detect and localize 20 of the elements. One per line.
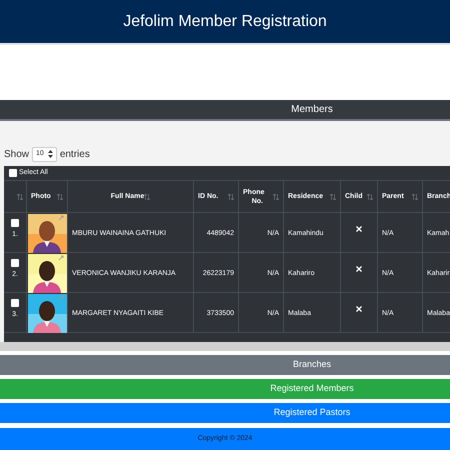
- row-checkbox[interactable]: [11, 299, 19, 307]
- scrollbar[interactable]: [0, 342, 450, 351]
- nav-button[interactable]: Branches: [0, 355, 450, 375]
- section-title: Members: [291, 103, 333, 117]
- show-label: Show: [4, 148, 30, 162]
- sort-icon[interactable]: [367, 194, 373, 200]
- sort-icon[interactable]: [17, 194, 23, 200]
- sort-icon[interactable]: [228, 194, 234, 200]
- select-all-checkbox[interactable]: [9, 169, 17, 177]
- sort-icon[interactable]: [412, 194, 418, 200]
- row-checkbox[interactable]: [11, 219, 19, 227]
- page-title: Jefolim Member Registration: [123, 12, 327, 32]
- sort-icon[interactable]: [57, 194, 63, 200]
- sort-icon[interactable]: [273, 194, 279, 200]
- sort-icon[interactable]: [144, 194, 150, 200]
- entries-label: entries: [60, 148, 90, 162]
- stepper-icon: [48, 150, 53, 158]
- sort-icon[interactable]: [330, 194, 336, 200]
- row-checkbox[interactable]: [11, 259, 19, 267]
- nav-button[interactable]: Registered Pastors: [0, 403, 450, 423]
